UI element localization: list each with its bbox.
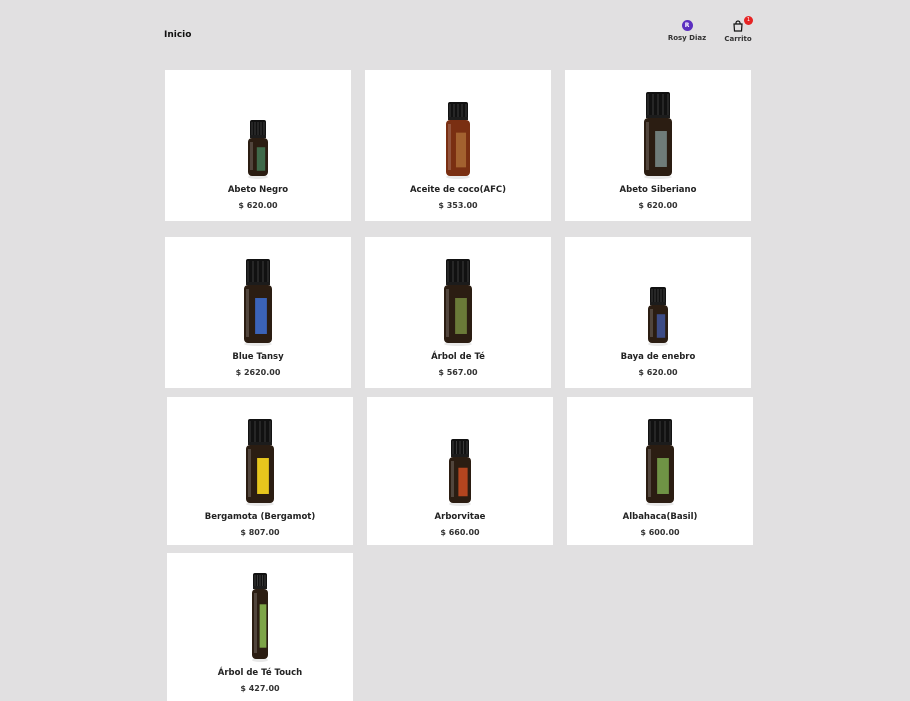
product-name[interactable]: Árbol de Té Touch bbox=[167, 668, 353, 678]
product-card[interactable]: Baya de enebro $ 620.00 bbox=[565, 237, 751, 388]
product-name[interactable]: Baya de enebro bbox=[565, 352, 751, 362]
product-price: $ 2620.00 bbox=[235, 368, 281, 377]
product-card[interactable]: Árbol de Té Touch $ 427.00 bbox=[167, 553, 353, 701]
product-image[interactable] bbox=[367, 411, 553, 507]
product-card[interactable]: Abeto Negro $ 620.00 bbox=[165, 70, 351, 221]
product-name[interactable]: Aceite de coco(AFC) bbox=[365, 185, 551, 195]
product-card[interactable]: Árbol de Té $ 567.00 bbox=[365, 237, 551, 388]
product-name[interactable]: Albahaca(Basil) bbox=[567, 512, 753, 522]
product-price: $ 620.00 bbox=[638, 201, 678, 210]
product-card[interactable]: Abeto Siberiano $ 620.00 bbox=[565, 70, 751, 221]
product-name[interactable]: Abeto Siberiano bbox=[565, 185, 751, 195]
cart-label[interactable]: Carrito bbox=[722, 35, 754, 43]
product-price: $ 620.00 bbox=[638, 368, 678, 377]
product-price: $ 620.00 bbox=[238, 201, 278, 210]
product-image[interactable] bbox=[165, 251, 351, 347]
product-image[interactable] bbox=[167, 411, 353, 507]
product-image[interactable] bbox=[365, 84, 551, 180]
product-image[interactable] bbox=[165, 84, 351, 180]
product-image[interactable] bbox=[167, 567, 353, 663]
top-header: Inicio R Rosy Diaz 1 Carrito bbox=[0, 0, 910, 60]
product-name[interactable]: Blue Tansy bbox=[165, 352, 351, 362]
product-image[interactable] bbox=[365, 251, 551, 347]
user-menu[interactable]: R Rosy Diaz bbox=[666, 20, 708, 42]
product-image[interactable] bbox=[567, 411, 753, 507]
product-price: $ 660.00 bbox=[440, 528, 480, 537]
product-card[interactable]: Bergamota (Bergamot) $ 807.00 bbox=[167, 397, 353, 545]
user-name[interactable]: Rosy Diaz bbox=[666, 34, 708, 42]
product-card[interactable]: Albahaca(Basil) $ 600.00 bbox=[567, 397, 753, 545]
cart-button[interactable]: 1 Carrito bbox=[722, 16, 754, 43]
product-price: $ 427.00 bbox=[240, 684, 280, 693]
product-card[interactable]: Aceite de coco(AFC) $ 353.00 bbox=[365, 70, 551, 221]
home-link[interactable]: Inicio bbox=[164, 30, 191, 40]
user-avatar[interactable]: R bbox=[681, 20, 693, 31]
product-price: $ 353.00 bbox=[438, 201, 478, 210]
product-price: $ 807.00 bbox=[240, 528, 280, 537]
product-name[interactable]: Arborvitae bbox=[367, 512, 553, 522]
cart-count-badge: 1 bbox=[744, 16, 753, 25]
product-card[interactable]: Blue Tansy $ 2620.00 bbox=[165, 237, 351, 388]
product-name[interactable]: Bergamota (Bergamot) bbox=[167, 512, 353, 522]
product-card[interactable]: Arborvitae $ 660.00 bbox=[367, 397, 553, 545]
shopping-bag-icon[interactable] bbox=[732, 20, 744, 32]
product-name[interactable]: Árbol de Té bbox=[365, 352, 551, 362]
product-image[interactable] bbox=[565, 251, 751, 347]
product-price: $ 600.00 bbox=[640, 528, 680, 537]
product-price: $ 567.00 bbox=[438, 368, 478, 377]
product-image[interactable] bbox=[565, 84, 751, 180]
product-name[interactable]: Abeto Negro bbox=[165, 185, 351, 195]
